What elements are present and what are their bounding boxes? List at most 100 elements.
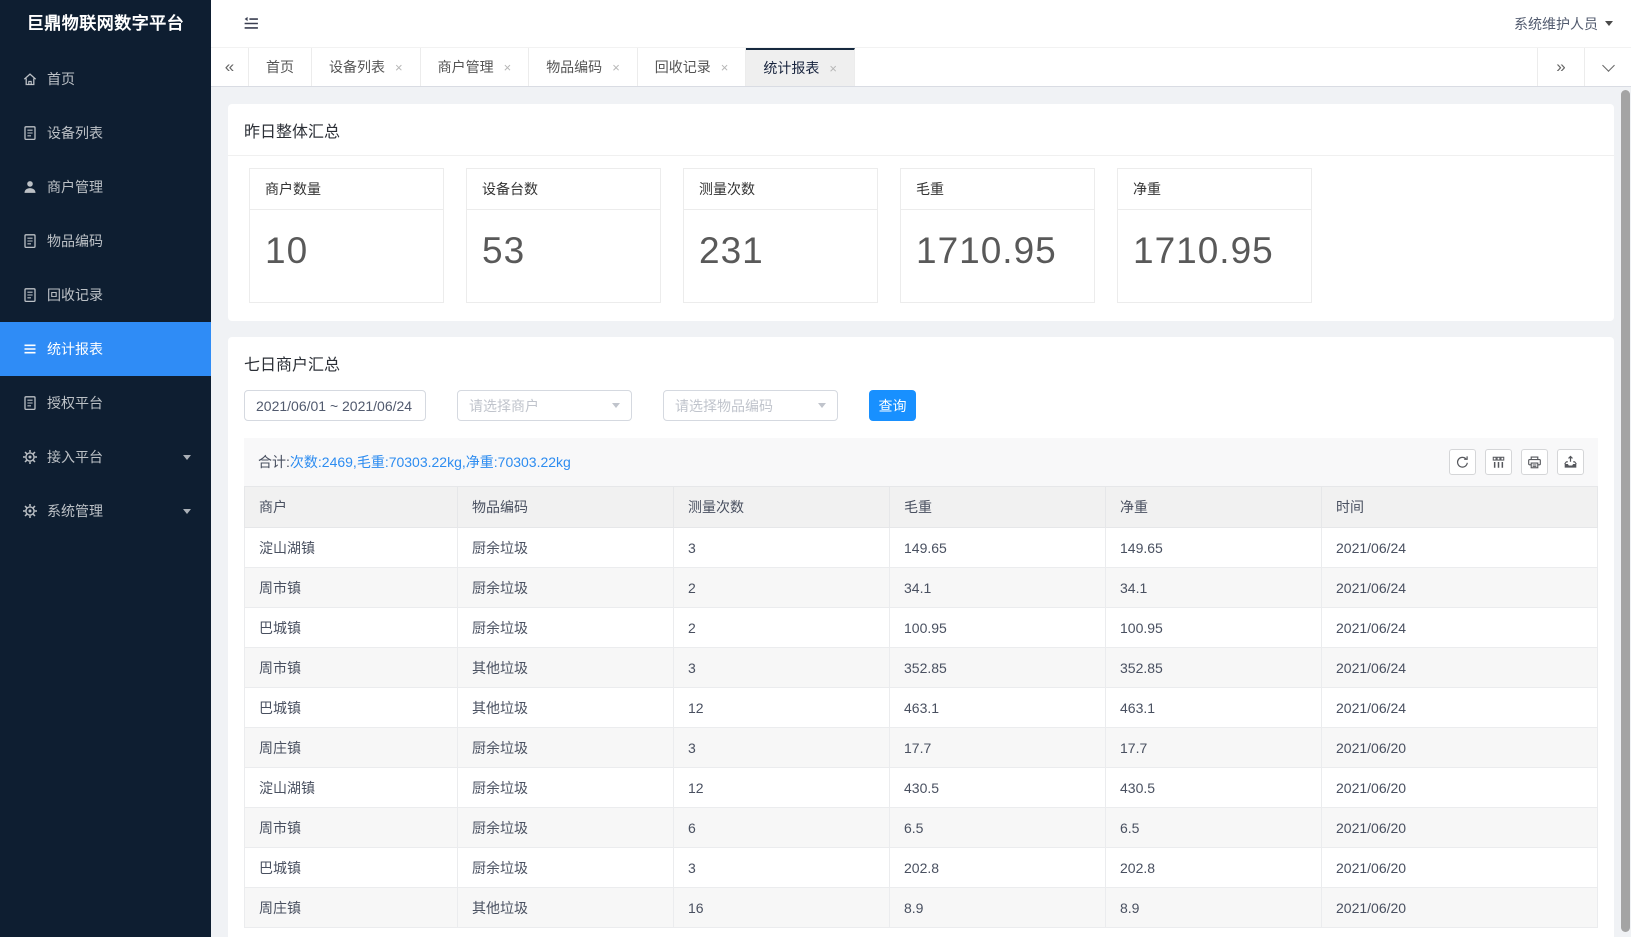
close-icon[interactable]: × (829, 62, 837, 75)
tab-item-code[interactable]: 物品编码 × (529, 48, 638, 86)
stat-card-gross-weight: 毛重 1710.95 (900, 168, 1095, 303)
columns-icon (1491, 455, 1506, 470)
stat-value: 231 (684, 210, 877, 302)
tab-label: 回收记录 (655, 57, 711, 77)
sidebar-collapse-icon[interactable] (241, 15, 261, 32)
column-header: 商户 (245, 487, 458, 528)
tabs-scroll-right-button[interactable]: » (1537, 48, 1584, 86)
stat-card-net-weight: 净重 1710.95 (1117, 168, 1312, 303)
table-cell: 厨余垃圾 (458, 528, 674, 568)
gear-icon (22, 503, 38, 519)
refresh-button[interactable] (1449, 449, 1476, 475)
table-cell: 17.7 (890, 728, 1106, 768)
chevron-down-icon (183, 455, 191, 460)
sidebar-item-label: 接入平台 (47, 447, 103, 467)
stat-value: 10 (250, 210, 443, 302)
sidebar-item-system-mgmt[interactable]: 系统管理 (0, 484, 211, 538)
item-code-select[interactable]: 请选择物品编码 (663, 390, 838, 421)
sidebar-item-label: 系统管理 (47, 501, 103, 521)
table-cell: 2 (674, 608, 890, 648)
table-cell: 12 (674, 688, 890, 728)
sidebar-item-merchant-mgmt[interactable]: 商户管理 (0, 160, 211, 214)
sidebar-item-auth-platform[interactable]: 授权平台 (0, 376, 211, 430)
table-cell: 352.85 (1106, 648, 1322, 688)
user-menu[interactable]: 系统维护人员 (1514, 14, 1613, 34)
table-cell: 周庄镇 (245, 728, 458, 768)
weekly-merchant-panel: 七日商户汇总 请选择商户 请选择物品编码 查询 合计:次数:2469,毛重:70… (228, 337, 1614, 937)
table-cell: 202.8 (1106, 848, 1322, 888)
sidebar-item-label: 统计报表 (47, 339, 103, 359)
chevron-down-icon (183, 509, 191, 514)
table-cell: 周市镇 (245, 648, 458, 688)
tabs-menu-button[interactable] (1584, 48, 1631, 86)
table-cell: 3 (674, 728, 890, 768)
column-header: 净重 (1106, 487, 1322, 528)
chevron-down-icon (612, 403, 620, 408)
chevron-down-icon (1605, 21, 1613, 26)
stat-label: 商户数量 (250, 169, 443, 210)
export-icon (1563, 455, 1578, 470)
date-range-input[interactable] (244, 390, 426, 421)
user-name: 系统维护人员 (1514, 14, 1598, 34)
sidebar-item-access-platform[interactable]: 接入平台 (0, 430, 211, 484)
close-icon[interactable]: × (504, 61, 512, 74)
scrollbar-thumb[interactable] (1621, 90, 1630, 932)
tab-device-list[interactable]: 设备列表 × (312, 48, 421, 86)
table-cell: 厨余垃圾 (458, 848, 674, 888)
table-cell: 2021/06/20 (1322, 808, 1598, 848)
table-cell: 463.1 (890, 688, 1106, 728)
table-cell: 100.95 (890, 608, 1106, 648)
sidebar-item-label: 授权平台 (47, 393, 103, 413)
panel-title: 昨日整体汇总 (228, 104, 1614, 156)
search-button[interactable]: 查询 (869, 390, 916, 421)
sidebar-item-recycle-records[interactable]: 回收记录 (0, 268, 211, 322)
menu-icon (22, 341, 38, 357)
sidebar-item-item-code[interactable]: 物品编码 (0, 214, 211, 268)
stat-card-measure-count: 测量次数 231 (683, 168, 878, 303)
document-icon (22, 287, 38, 303)
filter-bar: 请选择商户 请选择物品编码 查询 (228, 388, 1614, 438)
tab-label: 物品编码 (546, 57, 602, 77)
refresh-icon (1455, 455, 1470, 470)
yesterday-summary-panel: 昨日整体汇总 商户数量 10 设备台数 53 测量次数 231 毛重 1710.… (228, 104, 1614, 321)
gear-icon (22, 449, 38, 465)
merchant-select[interactable]: 请选择商户 (457, 390, 632, 421)
export-button[interactable] (1557, 449, 1584, 475)
table-cell: 厨余垃圾 (458, 728, 674, 768)
stat-label: 测量次数 (684, 169, 877, 210)
print-button[interactable] (1521, 449, 1548, 475)
column-settings-button[interactable] (1485, 449, 1512, 475)
table-cell: 厨余垃圾 (458, 568, 674, 608)
close-icon[interactable]: × (395, 61, 403, 74)
close-icon[interactable]: × (721, 61, 729, 74)
table-cell: 202.8 (890, 848, 1106, 888)
table-toolbar: 合计:次数:2469,毛重:70303.22kg,净重:70303.22kg (244, 438, 1598, 486)
sidebar-item-device-list[interactable]: 设备列表 (0, 106, 211, 160)
table-cell: 周市镇 (245, 568, 458, 608)
stat-cards: 商户数量 10 设备台数 53 测量次数 231 毛重 1710.95 净重 (228, 156, 1614, 321)
tab-recycle-records[interactable]: 回收记录 × (638, 48, 747, 86)
table-cell: 3 (674, 848, 890, 888)
sidebar-item-label: 物品编码 (47, 231, 103, 251)
stat-value: 1710.95 (1118, 210, 1311, 302)
sidebar-item-home[interactable]: 首页 (0, 52, 211, 106)
tab-statistics-report[interactable]: 统计报表 × (746, 48, 855, 86)
tab-bar: « 首页 设备列表 × 商户管理 × 物品编码 × 回收记录 × 统计报表 × … (211, 48, 1631, 87)
tab-home[interactable]: 首页 (249, 48, 312, 86)
tab-label: 统计报表 (763, 58, 819, 78)
tab-label: 设备列表 (329, 57, 385, 77)
totals-summary: 合计:次数:2469,毛重:70303.22kg,净重:70303.22kg (258, 452, 571, 472)
tab-merchant-mgmt[interactable]: 商户管理 × (421, 48, 530, 86)
top-navbar: 系统维护人员 (211, 0, 1631, 48)
totals-label: 合计: (258, 454, 290, 470)
column-header: 测量次数 (674, 487, 890, 528)
sidebar-item-statistics-report[interactable]: 统计报表 (0, 322, 211, 376)
tabs-scroll-left-button[interactable]: « (211, 48, 249, 86)
table-cell: 2021/06/24 (1322, 648, 1598, 688)
double-chevron-right-icon: » (1556, 57, 1565, 77)
table-cell: 6 (674, 808, 890, 848)
table-row: 周市镇 厨余垃圾 6 6.5 6.5 2021/06/20 (245, 808, 1598, 848)
close-icon[interactable]: × (612, 61, 620, 74)
double-chevron-left-icon: « (225, 57, 234, 77)
table-cell: 2021/06/20 (1322, 848, 1598, 888)
